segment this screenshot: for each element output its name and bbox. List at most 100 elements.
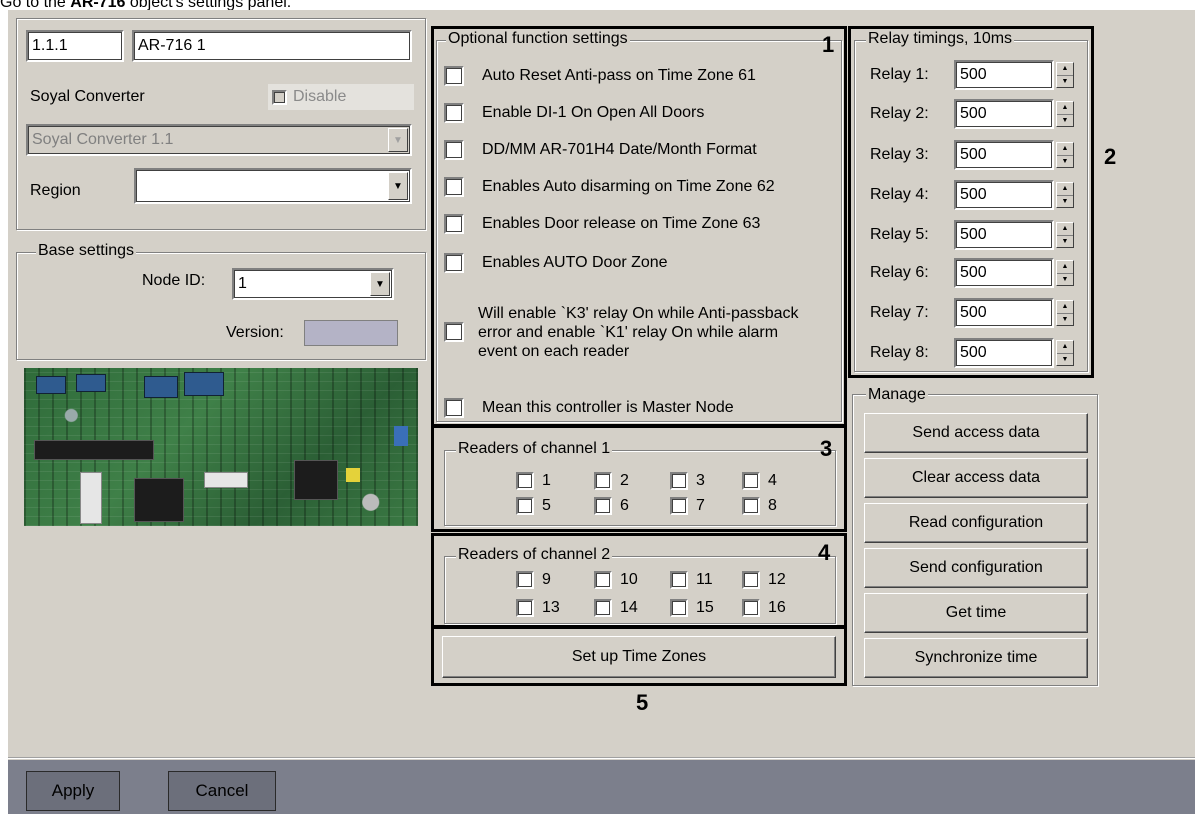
setup-time-zones-button[interactable]: Set up Time Zones [442,636,836,678]
send-access-data-button[interactable]: Send access data [864,413,1088,453]
synchronize-time-button[interactable]: Synchronize time [864,638,1088,678]
arrow-up-icon[interactable]: ▲ [1057,183,1073,196]
reader-checkbox-item[interactable]: 2 [594,471,629,491]
reader-checkbox[interactable] [742,599,760,617]
relay-value-field[interactable]: 500 [954,60,1054,90]
option-checkbox[interactable] [444,214,464,234]
callout-3: 3 [820,436,833,461]
arrow-up-icon[interactable]: ▲ [1057,102,1073,115]
reader-checkbox-item[interactable]: 10 [594,570,638,590]
spin-icon[interactable]: ▲ ▼ [1056,260,1074,286]
node-id-select[interactable]: 1 ▼ [232,268,394,300]
option-checkbox[interactable] [444,398,464,418]
option-row[interactable]: Enables Auto disarming on Time Zone 62 [444,175,840,199]
node-id-value: 1 [238,275,247,292]
send-configuration-button[interactable]: Send configuration [864,548,1088,588]
read-configuration-button[interactable]: Read configuration [864,503,1088,543]
option-row[interactable]: Auto Reset Anti-pass on Time Zone 61 [444,64,840,88]
option-row[interactable]: Enables AUTO Door Zone [444,251,840,275]
reader-checkbox-item[interactable]: 15 [670,598,714,618]
spin-icon[interactable]: ▲ ▼ [1056,340,1074,366]
clear-access-data-button[interactable]: Clear access data [864,458,1088,498]
option-row[interactable]: Mean this controller is Master Node [444,396,840,420]
reader-checkbox[interactable] [594,571,612,589]
relay-value-field[interactable]: 500 [954,180,1054,210]
reader-checkbox-item[interactable]: 14 [594,598,638,618]
reader-checkbox[interactable] [670,497,688,515]
relay-value-field[interactable]: 500 [954,258,1054,288]
option-label: Auto Reset Anti-pass on Time Zone 61 [482,67,756,84]
option-checkbox[interactable] [444,66,464,86]
region-select[interactable]: ▼ [134,168,412,204]
reader-checkbox[interactable] [670,599,688,617]
arrow-down-icon[interactable]: ▼ [1057,156,1073,168]
reader-checkbox[interactable] [594,497,612,515]
arrow-up-icon[interactable]: ▲ [1057,341,1073,354]
arrow-down-icon[interactable]: ▼ [1057,76,1073,88]
object-name-field[interactable]: AR-716 1 [132,30,412,62]
spin-icon[interactable]: ▲ ▼ [1056,62,1074,88]
arrow-down-icon[interactable]: ▼ [1057,236,1073,248]
spin-icon[interactable]: ▲ ▼ [1056,101,1074,127]
option-checkbox[interactable] [444,322,464,342]
reader-checkbox-item[interactable]: 5 [516,496,551,516]
reader-checkbox-item[interactable]: 6 [594,496,629,516]
cancel-button[interactable]: Cancel [168,771,276,811]
option-checkbox[interactable] [444,103,464,123]
reader-checkbox[interactable] [742,571,760,589]
reader-checkbox-item[interactable]: 11 [670,570,713,590]
arrow-down-icon[interactable]: ▼ [1057,314,1073,326]
arrow-down-icon[interactable]: ▼ [1057,196,1073,208]
reader-checkbox-item[interactable]: 9 [516,570,551,590]
reader-checkbox-item[interactable]: 13 [516,598,560,618]
option-checkbox[interactable] [444,253,464,273]
relay-value-field[interactable]: 500 [954,140,1054,170]
reader-checkbox[interactable] [594,472,612,490]
option-row[interactable]: Enables Door release on Time Zone 63 [444,212,840,236]
reader-checkbox-item[interactable]: 1 [516,471,551,491]
reader-checkbox[interactable] [670,472,688,490]
spin-icon[interactable]: ▲ ▼ [1056,222,1074,248]
reader-checkbox-item[interactable]: 8 [742,496,777,516]
reader-checkbox-item[interactable]: 12 [742,570,786,590]
disable-checkbox[interactable] [272,89,287,105]
relay-value-field[interactable]: 500 [954,298,1054,328]
arrow-down-icon[interactable]: ▼ [1057,354,1073,366]
option-row[interactable]: Enable DI-1 On Open All Doors [444,101,840,125]
option-row[interactable]: DD/MM AR-701H4 Date/Month Format [444,138,840,162]
reader-checkbox[interactable] [516,497,534,515]
arrow-up-icon[interactable]: ▲ [1057,261,1073,274]
reader-checkbox[interactable] [516,571,534,589]
reader-checkbox-item[interactable]: 4 [742,471,777,491]
spin-icon[interactable]: ▲ ▼ [1056,300,1074,326]
reader-checkbox[interactable] [742,497,760,515]
arrow-down-icon[interactable]: ▼ [1057,274,1073,286]
arrow-up-icon[interactable]: ▲ [1057,301,1073,314]
reader-checkbox-item[interactable]: 7 [670,496,705,516]
arrow-up-icon[interactable]: ▲ [1057,143,1073,156]
disable-checkbox-row[interactable]: Disable [268,84,414,110]
spin-icon[interactable]: ▲ ▼ [1056,142,1074,168]
address-field[interactable]: 1.1.1 [26,30,124,62]
reader-checkbox[interactable] [670,571,688,589]
relay-value-field[interactable]: 500 [954,99,1054,129]
spin-icon[interactable]: ▲ ▼ [1056,182,1074,208]
relay-value-field[interactable]: 500 [954,220,1054,250]
reader-checkbox[interactable] [594,599,612,617]
option-row[interactable]: Will enable `K3' relay On while Anti-pas… [444,284,840,380]
converter-select[interactable]: Soyal Converter 1.1 ▼ [26,124,412,156]
reader-checkbox-item[interactable]: 3 [670,471,705,491]
get-time-button[interactable]: Get time [864,593,1088,633]
arrow-up-icon[interactable]: ▲ [1057,223,1073,236]
reader-checkbox[interactable] [516,599,534,617]
reader-checkbox-item[interactable]: 16 [742,598,786,618]
reader-checkbox[interactable] [742,472,760,490]
arrow-up-icon[interactable]: ▲ [1057,63,1073,76]
apply-button[interactable]: Apply [26,771,120,811]
option-checkbox[interactable] [444,177,464,197]
arrow-down-icon[interactable]: ▼ [1057,115,1073,127]
option-checkbox[interactable] [444,140,464,160]
relay-value-field[interactable]: 500 [954,338,1054,368]
version-label: Version: [226,324,284,341]
reader-checkbox[interactable] [516,472,534,490]
